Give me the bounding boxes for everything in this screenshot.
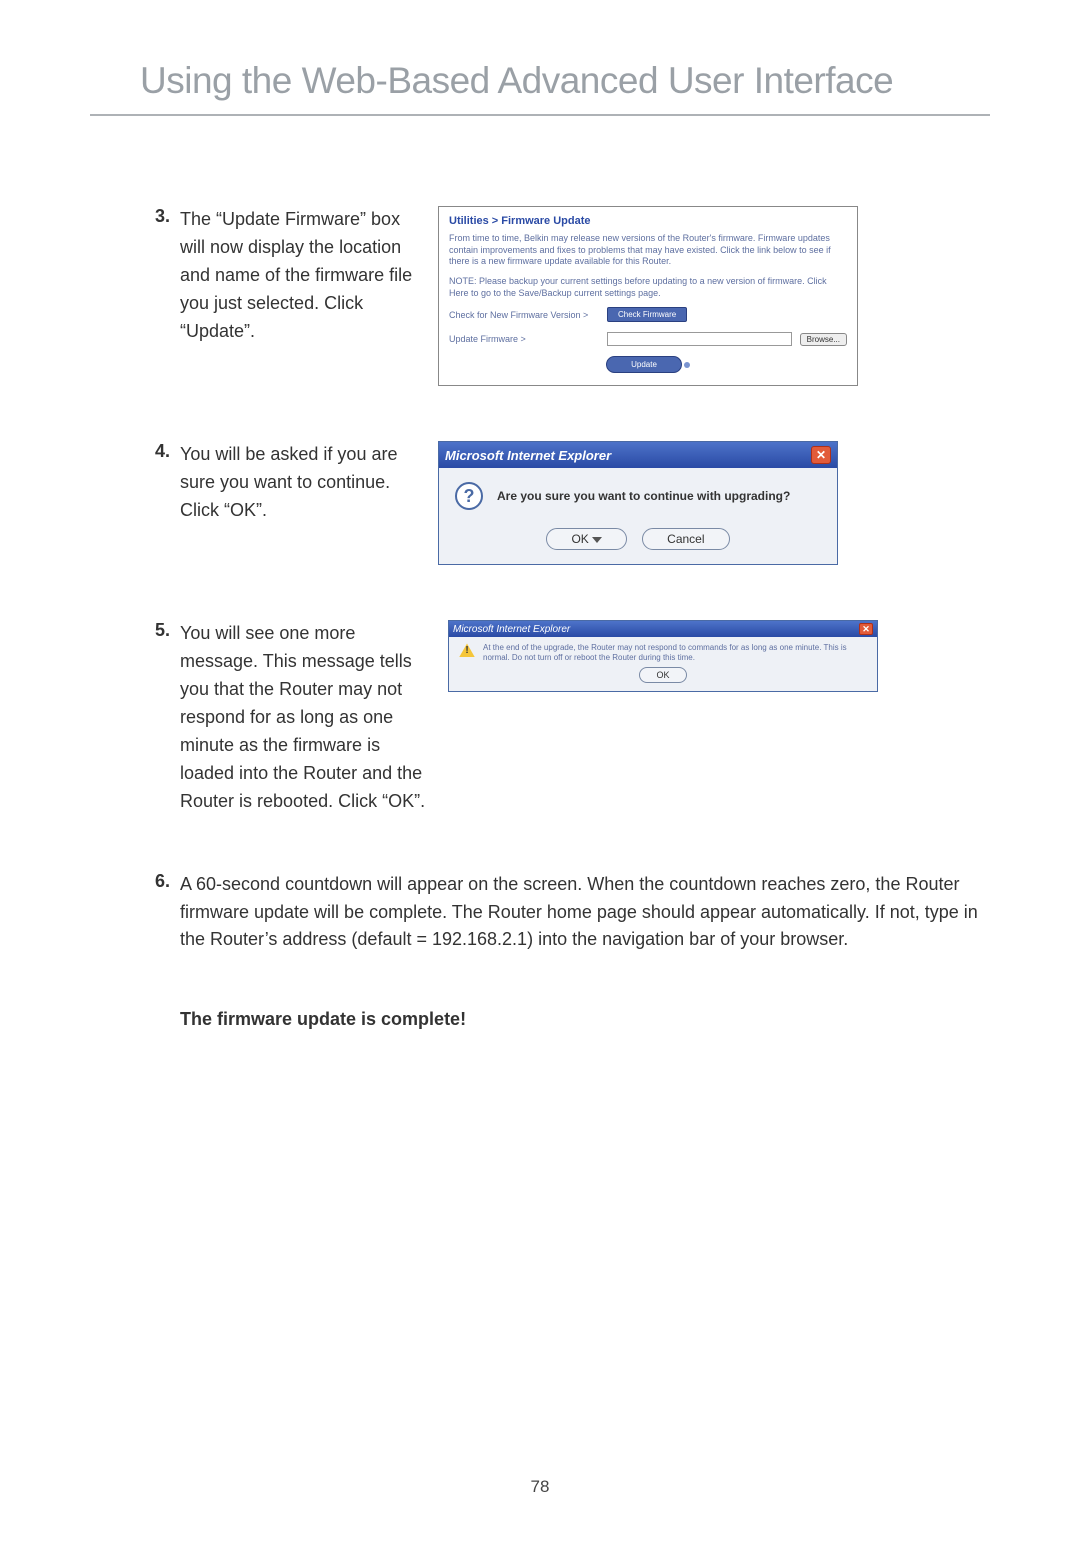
step-6: 6. A 60-second countdown will appear on … xyxy=(150,871,980,955)
fw-note-text: NOTE: Please backup your current setting… xyxy=(449,276,847,299)
dialog-message: Are you sure you want to continue with u… xyxy=(497,489,790,503)
page-title: Using the Web-Based Advanced User Interf… xyxy=(90,60,990,102)
step-5: 5. You will see one more message. This m… xyxy=(150,620,980,815)
update-button[interactable]: Update xyxy=(606,356,682,373)
breadcrumb: Utilities > Firmware Update xyxy=(449,215,847,227)
page-number: 78 xyxy=(0,1477,1080,1497)
fw-intro-text: From time to time, Belkin may release ne… xyxy=(449,233,847,268)
update-firmware-label: Update Firmware > xyxy=(449,334,599,344)
check-firmware-label: Check for New Firmware Version > xyxy=(449,310,599,320)
check-firmware-button[interactable]: Check Firmware xyxy=(607,307,687,322)
firmware-panel-screenshot: Utilities > Firmware Update From time to… xyxy=(438,206,980,386)
question-icon: ? xyxy=(455,482,483,510)
firmware-file-input[interactable] xyxy=(607,332,792,346)
close-icon[interactable]: ✕ xyxy=(811,446,831,464)
cancel-button[interactable]: Cancel xyxy=(642,528,729,550)
ok-button-label: OK xyxy=(571,532,588,546)
step-4: 4. You will be asked if you are sure you… xyxy=(150,441,980,565)
chevron-down-icon xyxy=(592,537,602,543)
dialog-title: Microsoft Internet Explorer xyxy=(445,448,811,463)
step-3: 3. The “Update Firmware” box will now di… xyxy=(150,206,980,386)
dialog-title: Microsoft Internet Explorer xyxy=(453,624,859,635)
complete-message: The firmware update is complete! xyxy=(180,1009,980,1030)
step-number: 6. xyxy=(150,871,180,955)
step-number: 5. xyxy=(150,620,180,815)
warning-dialog-screenshot: Microsoft Internet Explorer ✕ ! At the e… xyxy=(448,620,980,815)
pill-cap-icon xyxy=(684,362,690,368)
step-number: 4. xyxy=(150,441,180,565)
ok-button[interactable]: OK xyxy=(546,528,626,550)
warning-icon: ! xyxy=(459,643,475,657)
step-text: The “Update Firmware” box will now displ… xyxy=(180,206,420,386)
ok-button[interactable]: OK xyxy=(639,667,686,683)
step-text: You will be asked if you are sure you wa… xyxy=(180,441,420,565)
step-text: You will see one more message. This mess… xyxy=(180,620,430,815)
step-text: A 60-second countdown will appear on the… xyxy=(180,871,980,955)
close-icon[interactable]: ✕ xyxy=(859,623,873,635)
title-divider xyxy=(90,114,990,116)
step-number: 3. xyxy=(150,206,180,386)
browse-button[interactable]: Browse... xyxy=(800,333,847,346)
dialog-message: At the end of the upgrade, the Router ma… xyxy=(483,643,867,662)
confirm-dialog-screenshot: Microsoft Internet Explorer ✕ ? Are you … xyxy=(438,441,980,565)
